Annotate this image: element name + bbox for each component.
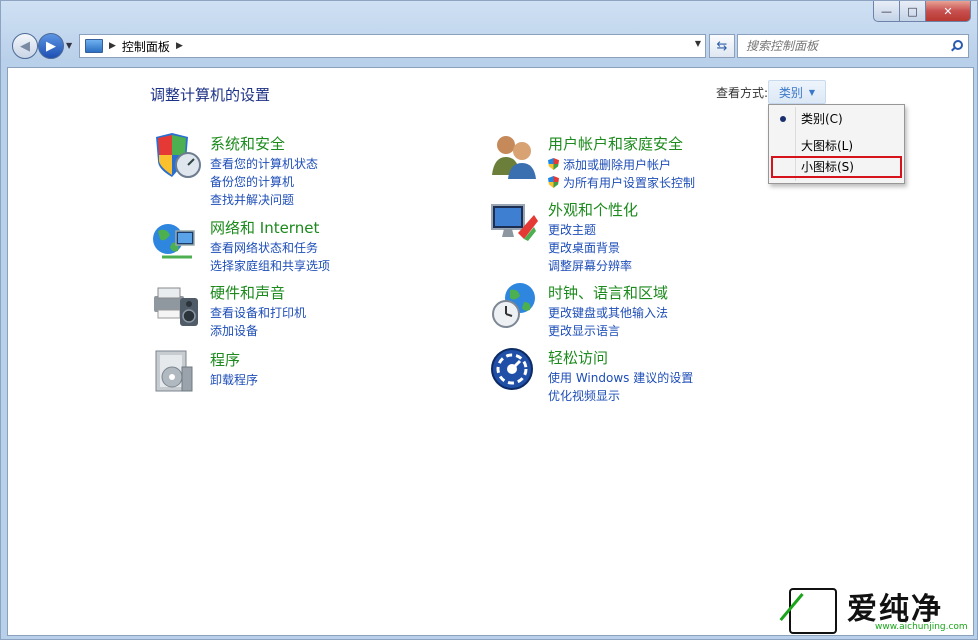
- view-by-value: 类别: [778, 85, 803, 100]
- category-link[interactable]: 查看网络状态和任务: [210, 239, 330, 257]
- category-link[interactable]: 查看设备和打印机: [210, 304, 306, 322]
- category-link[interactable]: 添加设备: [210, 322, 306, 340]
- menu-item-label: 类别(C): [801, 112, 843, 126]
- category-title[interactable]: 用户帐户和家庭安全: [548, 133, 683, 154]
- category-link[interactable]: 查看您的计算机状态: [210, 155, 318, 173]
- menu-item-label: 小图标(S): [801, 160, 854, 174]
- search-icon[interactable]: [950, 40, 963, 52]
- breadcrumb-separator[interactable]: ▶: [109, 41, 116, 51]
- watermark-url: www.aichunjing.com: [875, 622, 968, 632]
- category-title[interactable]: 系统和安全: [210, 133, 285, 154]
- watermark: 爱纯净 www.aichunjing.com: [787, 584, 977, 634]
- category-title[interactable]: 程序: [210, 349, 240, 370]
- category-title[interactable]: 网络和 Internet: [210, 217, 319, 238]
- category-link[interactable]: 更改键盘或其他输入法: [548, 304, 668, 322]
- category-link[interactable]: 查找并解决问题: [210, 191, 318, 209]
- ease-of-access-icon[interactable]: [490, 347, 540, 393]
- menu-item-small-icons[interactable]: 小图标(S): [771, 156, 902, 178]
- category-link[interactable]: 更改主题: [548, 221, 632, 239]
- category-link[interactable]: 为所有用户设置家长控制: [548, 173, 695, 191]
- category-link[interactable]: 使用 Windows 建议的设置: [548, 369, 693, 387]
- category-link[interactable]: 更改桌面背景: [548, 239, 632, 257]
- search-box[interactable]: [737, 34, 969, 58]
- view-by-menu: 类别(C) 大图标(L) 小图标(S): [768, 104, 905, 184]
- view-by-label: 查看方式:: [716, 86, 769, 100]
- menu-item-category[interactable]: 类别(C): [771, 108, 902, 130]
- category-title[interactable]: 轻松访问: [548, 347, 608, 368]
- close-button[interactable]: ✕: [926, 1, 971, 22]
- category-link[interactable]: 添加或删除用户帐户: [548, 155, 695, 173]
- refresh-icon: ⇆: [716, 38, 728, 54]
- category-link[interactable]: 优化视频显示: [548, 387, 693, 405]
- category-link-label: 添加或删除用户帐户: [563, 157, 672, 172]
- system-security-icon[interactable]: [152, 133, 202, 179]
- breadcrumb-control-panel[interactable]: 控制面板: [122, 38, 170, 55]
- uac-shield-icon: [548, 158, 559, 170]
- menu-item-large-icons[interactable]: 大图标(L): [771, 135, 902, 157]
- address-dropdown-button[interactable]: ▼: [695, 39, 701, 48]
- menu-item-label: 大图标(L): [801, 139, 854, 153]
- page-title: 调整计算机的设置: [150, 86, 271, 104]
- refresh-button[interactable]: ⇆: [709, 34, 735, 58]
- window-frame: — □ ✕ ◀ ▶ ▼ ▶ 控制面板 ▶ ▼ ⇆: [0, 0, 978, 640]
- back-button[interactable]: ◀: [12, 33, 38, 59]
- recent-pages-dropdown[interactable]: ▼: [66, 41, 72, 50]
- control-panel-icon: [85, 39, 103, 53]
- programs-icon[interactable]: [152, 349, 202, 395]
- user-accounts-icon[interactable]: [490, 133, 540, 179]
- search-input[interactable]: [744, 38, 950, 54]
- breadcrumb-separator-icon[interactable]: ▶: [176, 41, 183, 51]
- category-link[interactable]: 选择家庭组和共享选项: [210, 257, 330, 275]
- category-title[interactable]: 硬件和声音: [210, 282, 285, 303]
- category-link-label: 为所有用户设置家长控制: [563, 175, 696, 190]
- selected-bullet-icon: [780, 116, 786, 122]
- forward-button[interactable]: ▶: [38, 33, 64, 59]
- chevron-down-icon: ▼: [808, 87, 816, 97]
- category-link[interactable]: 卸载程序: [210, 371, 258, 389]
- category-link[interactable]: 调整屏幕分辨率: [548, 257, 632, 275]
- category-link[interactable]: 更改显示语言: [548, 322, 668, 340]
- appearance-icon[interactable]: [490, 199, 540, 245]
- hardware-sound-icon[interactable]: [152, 282, 202, 328]
- navigation-bar: ◀ ▶ ▼ ▶ 控制面板 ▶ ▼ ⇆: [9, 31, 969, 61]
- category-link[interactable]: 备份您的计算机: [210, 173, 318, 191]
- watermark-logo-icon: [789, 588, 837, 634]
- clock-language-icon[interactable]: [490, 282, 540, 328]
- network-internet-icon[interactable]: [152, 217, 202, 263]
- uac-shield-icon: [548, 176, 559, 188]
- category-title[interactable]: 时钟、语言和区域: [548, 282, 668, 303]
- category-title[interactable]: 外观和个性化: [548, 199, 638, 220]
- view-by-dropdown[interactable]: 类别 ▼: [768, 80, 826, 104]
- address-bar[interactable]: ▶ 控制面板 ▶ ▼: [79, 34, 706, 58]
- window-controls: — □ ✕: [873, 1, 971, 22]
- minimize-button[interactable]: —: [873, 1, 900, 22]
- maximize-button[interactable]: □: [900, 1, 926, 22]
